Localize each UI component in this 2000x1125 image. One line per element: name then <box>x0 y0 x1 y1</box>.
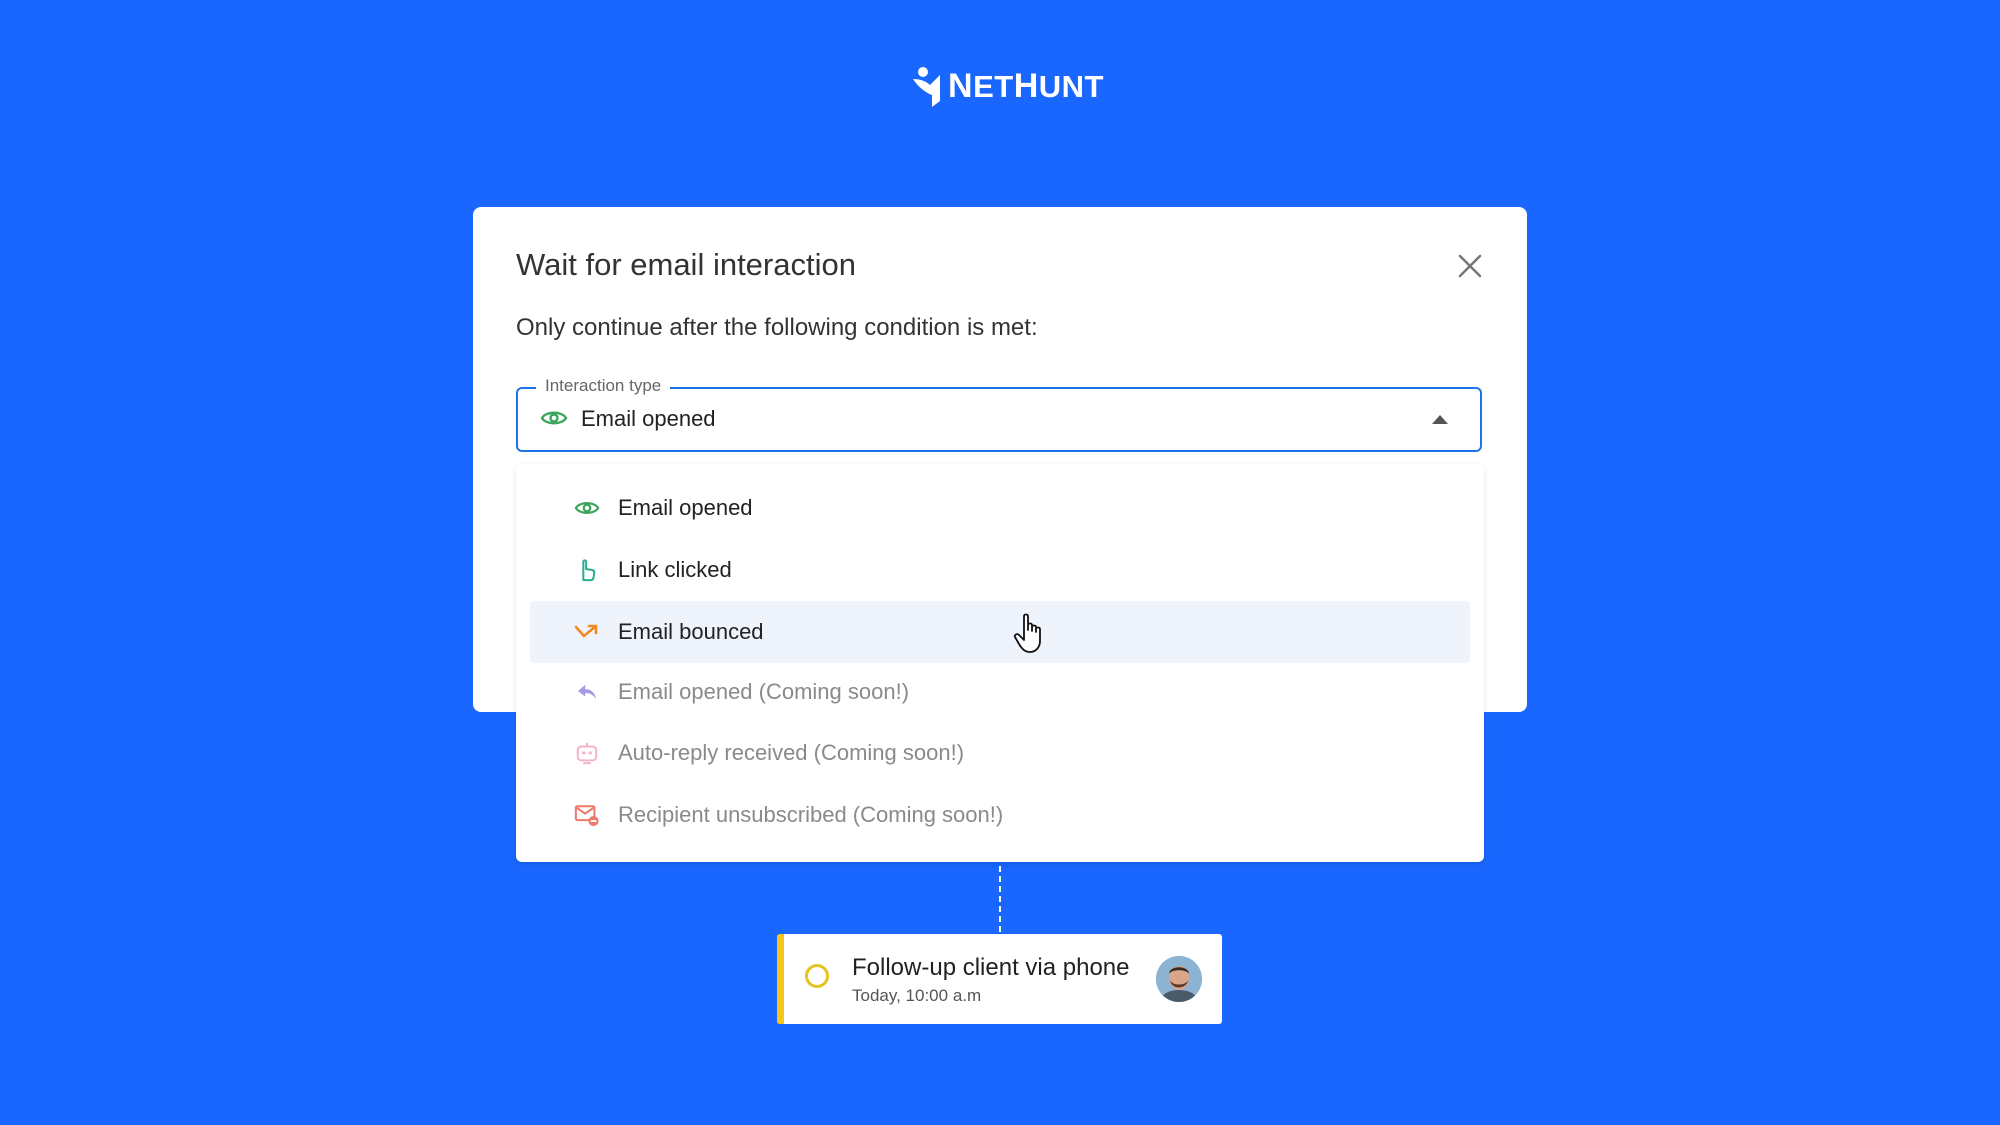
reply-arrow-icon <box>578 684 596 700</box>
close-icon <box>1458 254 1482 278</box>
option-label: Link clicked <box>618 557 732 582</box>
option-label: Recipient unsubscribed (Coming soon!) <box>618 802 1004 827</box>
task-complete-checkbox[interactable] <box>805 964 829 988</box>
modal-title: Wait for email interaction <box>516 247 856 282</box>
option-auto-reply-coming-soon: Auto-reply received (Coming soon!) <box>530 722 1470 784</box>
task-card[interactable]: Follow-up client via phone Today, 10:00 … <box>777 934 1222 1024</box>
nethunt-logo: NETHUNT <box>910 64 1104 108</box>
robot-icon <box>576 742 598 765</box>
option-label: Email opened <box>618 495 753 520</box>
option-link-clicked[interactable]: Link clicked <box>530 539 1470 601</box>
avatar <box>1156 956 1202 1002</box>
flow-connector <box>999 866 1001 932</box>
option-email-opened[interactable]: Email opened <box>530 477 1470 539</box>
interaction-type-dropdown: Email opened Link clicked Email bounced … <box>516 464 1484 862</box>
option-label: Auto-reply received (Coming soon!) <box>618 740 965 765</box>
hand-pointer-cursor-icon <box>1013 613 1041 653</box>
close-button[interactable] <box>1457 253 1483 279</box>
eye-icon <box>574 502 600 514</box>
option-unsubscribed-coming-soon: Recipient unsubscribed (Coming soon!) <box>530 784 1470 846</box>
pointer-finger-icon <box>582 559 596 582</box>
option-label: Email bounced <box>618 619 764 644</box>
interaction-type-label: Interaction type <box>536 376 671 396</box>
caret-up-icon[interactable] <box>1432 415 1448 424</box>
selected-value: Email opened <box>581 406 716 431</box>
task-priority-bar <box>777 934 784 1024</box>
task-time: Today, 10:00 a.m <box>852 986 982 1005</box>
option-email-bounced[interactable]: Email bounced <box>530 601 1470 663</box>
task-title: Follow-up client via phone <box>852 954 1130 981</box>
modal-subtitle: Only continue after the following condit… <box>516 314 1038 341</box>
user-avatar-icon <box>1156 956 1202 1002</box>
eye-icon <box>540 411 568 425</box>
bounce-arrow-icon <box>574 624 598 638</box>
interaction-type-select[interactable]: Interaction type Email opened <box>516 376 1482 452</box>
mail-unsubscribe-icon <box>574 804 599 826</box>
option-label: Email opened (Coming soon!) <box>618 679 910 704</box>
option-email-opened-coming-soon: Email opened (Coming soon!) <box>530 661 1470 723</box>
brand-name: NETHUNT <box>948 66 1104 105</box>
nethunt-logo-icon <box>913 67 940 107</box>
